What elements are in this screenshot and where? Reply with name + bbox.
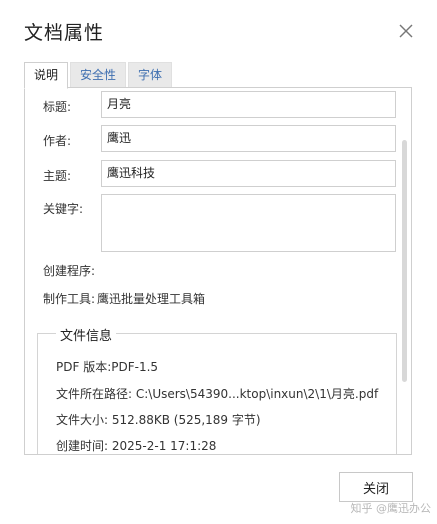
document-properties-dialog: 文档属性 说明 安全性 字体 标题: 月亮 作者: 鹰迅 主题: 鹰迅科技 关键… bbox=[0, 0, 437, 524]
file-size: 文件大小: 512.88KB (525,189 字节) bbox=[56, 413, 261, 427]
keywords-label: 关键字: bbox=[43, 202, 84, 216]
creator-row: 创建程序: bbox=[43, 262, 97, 279]
pdf-version: PDF 版本:PDF-1.5 bbox=[56, 360, 159, 374]
author-label: 作者: bbox=[43, 134, 72, 148]
creator-label: 创建程序: bbox=[43, 264, 96, 278]
tab-fonts[interactable]: 字体 bbox=[128, 62, 173, 87]
tab-description[interactable]: 说明 bbox=[24, 62, 69, 89]
tab-bar: 说明 安全性 字体 bbox=[24, 62, 174, 89]
tab-security[interactable]: 安全性 bbox=[70, 62, 127, 87]
producer-row: 制作工具: 鹰迅批量处理工具箱 bbox=[43, 290, 205, 307]
title-label: 标题: bbox=[43, 100, 72, 114]
producer-label: 制作工具: bbox=[43, 292, 96, 306]
description-panel: 标题: 月亮 作者: 鹰迅 主题: 鹰迅科技 关键字: 创建程序: 制作工具: 鹰… bbox=[24, 87, 412, 455]
close-icon[interactable] bbox=[395, 20, 417, 42]
watermark: 知乎 @鹰迅办公 bbox=[350, 502, 432, 515]
close-button[interactable]: 关闭 bbox=[339, 472, 413, 502]
panel-scrollbar[interactable] bbox=[402, 140, 407, 382]
subject-label: 主题: bbox=[43, 169, 72, 183]
keywords-field[interactable] bbox=[101, 194, 396, 252]
file-path: 文件所在路径: C:\Users\54390...ktop\inxun\2\1\… bbox=[56, 387, 379, 401]
created-time: 创建时间: 2025-2-1 17:1:28 bbox=[56, 439, 217, 453]
producer-value: 鹰迅批量处理工具箱 bbox=[97, 292, 206, 306]
author-field[interactable]: 鹰迅 bbox=[101, 125, 396, 152]
subject-field[interactable]: 鹰迅科技 bbox=[101, 160, 396, 187]
file-info-legend: 文件信息 bbox=[56, 325, 117, 344]
file-info-group: 文件信息 PDF 版本:PDF-1.5 文件所在路径: C:\Users\543… bbox=[37, 325, 397, 454]
title-field[interactable]: 月亮 bbox=[101, 91, 396, 118]
dialog-title: 文档属性 bbox=[24, 22, 105, 44]
